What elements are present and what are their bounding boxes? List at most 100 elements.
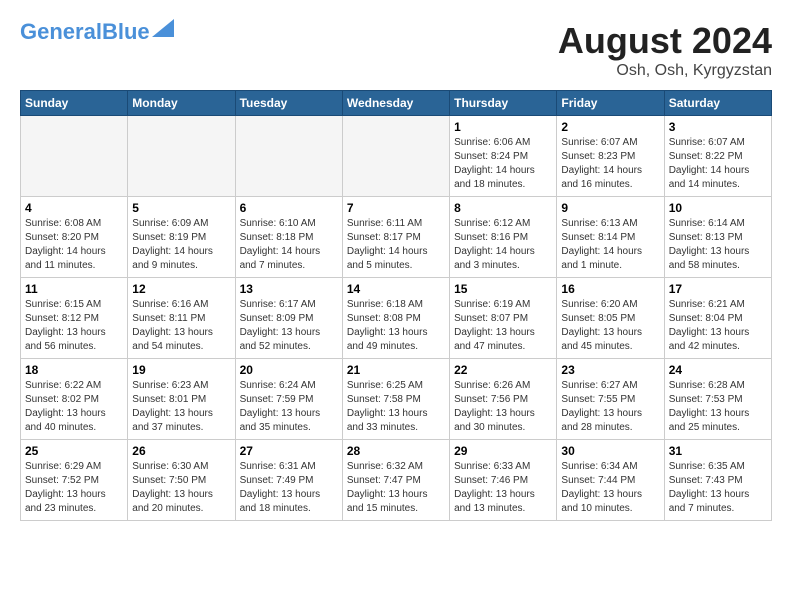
day-info: Sunrise: 6:17 AM Sunset: 8:09 PM Dayligh… bbox=[240, 298, 338, 354]
day-number: 30 bbox=[561, 444, 659, 458]
day-cell: 6 Sunrise: 6:10 AM Sunset: 8:18 PM Daylig… bbox=[235, 197, 342, 278]
day-number: 24 bbox=[669, 363, 767, 377]
day-cell: 17Sunrise: 6:21 AM Sunset: 8:04 PM Dayli… bbox=[664, 278, 771, 359]
logo: GeneralBlue bbox=[20, 20, 174, 44]
day-cell: 11 Sunrise: 6:15 AM Sunset: 8:12 PM Dayli… bbox=[21, 278, 128, 359]
day-number: 13 bbox=[240, 282, 338, 296]
day-cell bbox=[235, 116, 342, 197]
weekday-header-monday: Monday bbox=[128, 91, 235, 116]
day-number: 1 bbox=[454, 120, 552, 134]
weekday-header-friday: Friday bbox=[557, 91, 664, 116]
day-cell bbox=[21, 116, 128, 197]
day-info: Sunrise: 6:32 AM Sunset: 7:47 PM Dayligh… bbox=[347, 460, 445, 516]
weekday-header-wednesday: Wednesday bbox=[342, 91, 449, 116]
day-info: Sunrise: 6:11 AM Sunset: 8:17 PM Dayligh… bbox=[347, 217, 445, 273]
day-info: Sunrise: 6:25 AM Sunset: 7:58 PM Dayligh… bbox=[347, 379, 445, 435]
day-cell: 1 Sunrise: 6:06 AM Sunset: 8:24 PM Daylig… bbox=[450, 116, 557, 197]
day-cell: 23 Sunrise: 6:27 AM Sunset: 7:55 PM Dayli… bbox=[557, 359, 664, 440]
day-info: Sunrise: 6:23 AM Sunset: 8:01 PM Dayligh… bbox=[132, 379, 230, 435]
weekday-header-saturday: Saturday bbox=[664, 91, 771, 116]
week-row-2: 4 Sunrise: 6:08 AM Sunset: 8:20 PM Daylig… bbox=[21, 197, 772, 278]
logo-text: GeneralBlue bbox=[20, 20, 150, 44]
day-cell: 19 Sunrise: 6:23 AM Sunset: 8:01 PM Dayli… bbox=[128, 359, 235, 440]
day-number: 12 bbox=[132, 282, 230, 296]
day-number: 28 bbox=[347, 444, 445, 458]
weekday-header-tuesday: Tuesday bbox=[235, 91, 342, 116]
day-info: Sunrise: 6:28 AM Sunset: 7:53 PM Dayligh… bbox=[669, 379, 767, 435]
day-cell: 15 Sunrise: 6:19 AM Sunset: 8:07 PM Dayli… bbox=[450, 278, 557, 359]
week-row-5: 25 Sunrise: 6:29 AM Sunset: 7:52 PM Dayli… bbox=[21, 440, 772, 521]
week-row-4: 18Sunrise: 6:22 AM Sunset: 8:02 PM Dayli… bbox=[21, 359, 772, 440]
day-number: 21 bbox=[347, 363, 445, 377]
day-info: Sunrise: 6:12 AM Sunset: 8:16 PM Dayligh… bbox=[454, 217, 552, 273]
day-info: Sunrise: 6:06 AM Sunset: 8:24 PM Dayligh… bbox=[454, 136, 552, 192]
day-info: Sunrise: 6:27 AM Sunset: 7:55 PM Dayligh… bbox=[561, 379, 659, 435]
page-header: GeneralBlue August 2024 Osh, Osh, Kyrgyz… bbox=[20, 20, 772, 80]
day-info: Sunrise: 6:33 AM Sunset: 7:46 PM Dayligh… bbox=[454, 460, 552, 516]
day-number: 11 bbox=[25, 282, 123, 296]
month-title: August 2024 bbox=[558, 20, 772, 62]
day-info: Sunrise: 6:14 AM Sunset: 8:13 PM Dayligh… bbox=[669, 217, 767, 273]
day-cell: 28 Sunrise: 6:32 AM Sunset: 7:47 PM Dayli… bbox=[342, 440, 449, 521]
week-row-1: 1 Sunrise: 6:06 AM Sunset: 8:24 PM Daylig… bbox=[21, 116, 772, 197]
day-number: 16 bbox=[561, 282, 659, 296]
day-info: Sunrise: 6:29 AM Sunset: 7:52 PM Dayligh… bbox=[25, 460, 123, 516]
day-info: Sunrise: 6:08 AM Sunset: 8:20 PM Dayligh… bbox=[25, 217, 123, 273]
day-info: Sunrise: 6:19 AM Sunset: 8:07 PM Dayligh… bbox=[454, 298, 552, 354]
day-cell: 7Sunrise: 6:11 AM Sunset: 8:17 PM Daylig… bbox=[342, 197, 449, 278]
day-number: 9 bbox=[561, 201, 659, 215]
day-info: Sunrise: 6:09 AM Sunset: 8:19 PM Dayligh… bbox=[132, 217, 230, 273]
day-info: Sunrise: 6:07 AM Sunset: 8:23 PM Dayligh… bbox=[561, 136, 659, 192]
day-info: Sunrise: 6:10 AM Sunset: 8:18 PM Dayligh… bbox=[240, 217, 338, 273]
day-number: 26 bbox=[132, 444, 230, 458]
day-info: Sunrise: 6:26 AM Sunset: 7:56 PM Dayligh… bbox=[454, 379, 552, 435]
day-cell: 12 Sunrise: 6:16 AM Sunset: 8:11 PM Dayli… bbox=[128, 278, 235, 359]
day-info: Sunrise: 6:24 AM Sunset: 7:59 PM Dayligh… bbox=[240, 379, 338, 435]
day-cell: 3Sunrise: 6:07 AM Sunset: 8:22 PM Daylig… bbox=[664, 116, 771, 197]
day-cell: 30 Sunrise: 6:34 AM Sunset: 7:44 PM Dayli… bbox=[557, 440, 664, 521]
day-number: 6 bbox=[240, 201, 338, 215]
day-info: Sunrise: 6:18 AM Sunset: 8:08 PM Dayligh… bbox=[347, 298, 445, 354]
day-cell: 4 Sunrise: 6:08 AM Sunset: 8:20 PM Daylig… bbox=[21, 197, 128, 278]
day-info: Sunrise: 6:34 AM Sunset: 7:44 PM Dayligh… bbox=[561, 460, 659, 516]
day-cell: 16 Sunrise: 6:20 AM Sunset: 8:05 PM Dayli… bbox=[557, 278, 664, 359]
day-info: Sunrise: 6:30 AM Sunset: 7:50 PM Dayligh… bbox=[132, 460, 230, 516]
day-cell: 20 Sunrise: 6:24 AM Sunset: 7:59 PM Dayli… bbox=[235, 359, 342, 440]
day-cell: 18Sunrise: 6:22 AM Sunset: 8:02 PM Dayli… bbox=[21, 359, 128, 440]
day-cell: 14Sunrise: 6:18 AM Sunset: 8:08 PM Dayli… bbox=[342, 278, 449, 359]
day-cell: 8Sunrise: 6:12 AM Sunset: 8:16 PM Daylig… bbox=[450, 197, 557, 278]
day-info: Sunrise: 6:21 AM Sunset: 8:04 PM Dayligh… bbox=[669, 298, 767, 354]
day-cell: 10 Sunrise: 6:14 AM Sunset: 8:13 PM Dayli… bbox=[664, 197, 771, 278]
day-cell: 21 Sunrise: 6:25 AM Sunset: 7:58 PM Dayli… bbox=[342, 359, 449, 440]
day-number: 25 bbox=[25, 444, 123, 458]
day-number: 18 bbox=[25, 363, 123, 377]
calendar-table: SundayMondayTuesdayWednesdayThursdayFrid… bbox=[20, 90, 772, 521]
day-number: 5 bbox=[132, 201, 230, 215]
day-cell: 22Sunrise: 6:26 AM Sunset: 7:56 PM Dayli… bbox=[450, 359, 557, 440]
day-cell: 9Sunrise: 6:13 AM Sunset: 8:14 PM Daylig… bbox=[557, 197, 664, 278]
day-number: 2 bbox=[561, 120, 659, 134]
day-number: 20 bbox=[240, 363, 338, 377]
day-info: Sunrise: 6:20 AM Sunset: 8:05 PM Dayligh… bbox=[561, 298, 659, 354]
day-cell: 24 Sunrise: 6:28 AM Sunset: 7:53 PM Dayli… bbox=[664, 359, 771, 440]
day-info: Sunrise: 6:16 AM Sunset: 8:11 PM Dayligh… bbox=[132, 298, 230, 354]
weekday-header-thursday: Thursday bbox=[450, 91, 557, 116]
day-cell: 27Sunrise: 6:31 AM Sunset: 7:49 PM Dayli… bbox=[235, 440, 342, 521]
day-cell: 13 Sunrise: 6:17 AM Sunset: 8:09 PM Dayli… bbox=[235, 278, 342, 359]
day-number: 10 bbox=[669, 201, 767, 215]
day-cell: 31Sunrise: 6:35 AM Sunset: 7:43 PM Dayli… bbox=[664, 440, 771, 521]
day-info: Sunrise: 6:15 AM Sunset: 8:12 PM Dayligh… bbox=[25, 298, 123, 354]
day-number: 4 bbox=[25, 201, 123, 215]
weekday-header-row: SundayMondayTuesdayWednesdayThursdayFrid… bbox=[21, 91, 772, 116]
day-cell bbox=[342, 116, 449, 197]
day-info: Sunrise: 6:35 AM Sunset: 7:43 PM Dayligh… bbox=[669, 460, 767, 516]
day-number: 23 bbox=[561, 363, 659, 377]
day-number: 19 bbox=[132, 363, 230, 377]
day-number: 15 bbox=[454, 282, 552, 296]
day-cell: 2 Sunrise: 6:07 AM Sunset: 8:23 PM Daylig… bbox=[557, 116, 664, 197]
day-cell: 26 Sunrise: 6:30 AM Sunset: 7:50 PM Dayli… bbox=[128, 440, 235, 521]
weekday-header-sunday: Sunday bbox=[21, 91, 128, 116]
day-cell: 25 Sunrise: 6:29 AM Sunset: 7:52 PM Dayli… bbox=[21, 440, 128, 521]
day-number: 3 bbox=[669, 120, 767, 134]
calendar-body: 1 Sunrise: 6:06 AM Sunset: 8:24 PM Daylig… bbox=[21, 116, 772, 521]
